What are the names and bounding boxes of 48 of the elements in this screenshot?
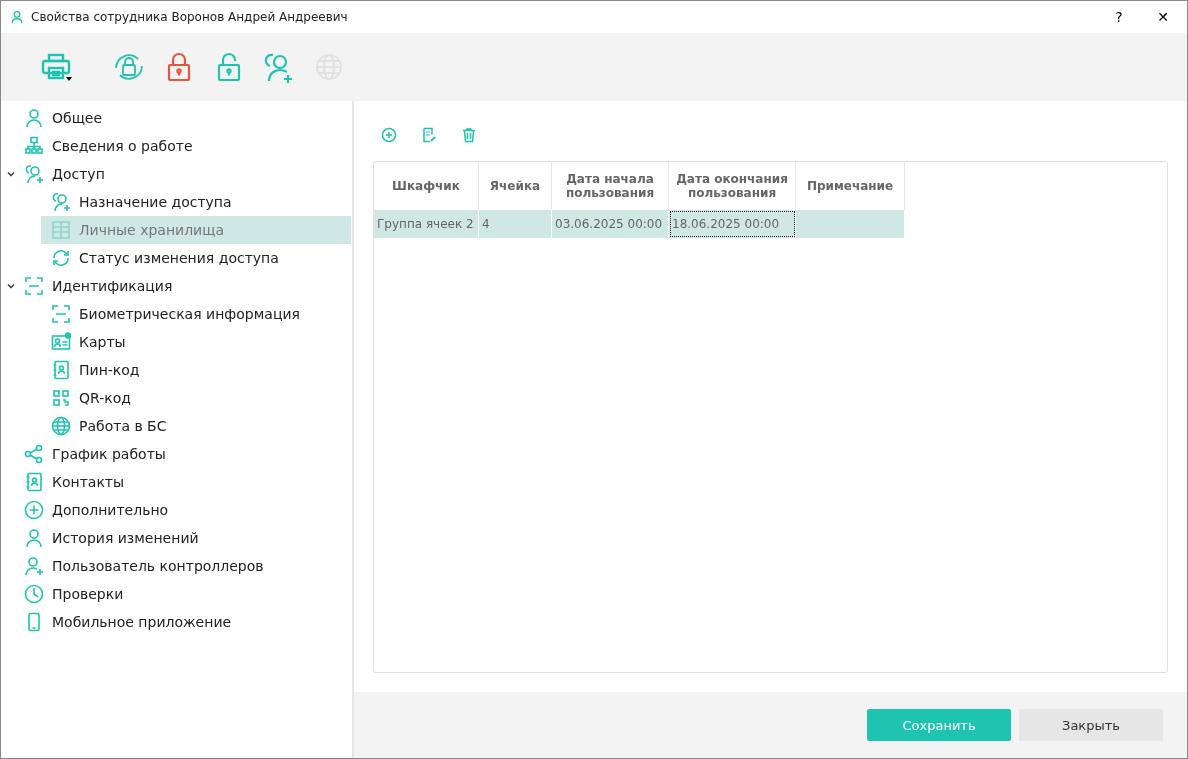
sidebar-item[interactable]: QR-код	[41, 384, 351, 412]
sidebar-item[interactable]: График работы	[1, 440, 351, 468]
sidebar-item[interactable]: Доступ	[1, 160, 351, 188]
users-icon	[24, 164, 44, 184]
table-cell: 03.06.2025 00:00	[551, 210, 669, 238]
sidebar-item[interactable]: Пин-код	[41, 356, 351, 384]
person-icon	[10, 10, 24, 24]
sidebar-item[interactable]: Проверки	[1, 580, 351, 608]
plus-icon	[24, 500, 44, 520]
chevron-icon[interactable]	[6, 281, 16, 291]
table-cell: 18.06.2025 00:00	[668, 210, 796, 238]
person-icon	[24, 108, 44, 128]
sidebar-item[interactable]: Личные хранилища	[41, 216, 351, 244]
sync-icon	[51, 248, 71, 268]
sidebar-item[interactable]: Статус изменения доступа	[41, 244, 351, 272]
users-icon	[51, 192, 71, 212]
personadd-icon	[24, 556, 44, 576]
close-button[interactable]: ✕	[1143, 2, 1183, 32]
scan-icon	[51, 304, 71, 324]
printer-icon[interactable]	[39, 51, 75, 83]
sidebar-item[interactable]: Назначение доступа	[41, 188, 351, 216]
table-cell: 4	[478, 210, 552, 238]
sidebar-item[interactable]: Идентификация	[1, 272, 351, 300]
sidebar-item[interactable]: Работа в БС	[41, 412, 351, 440]
clock-icon	[24, 584, 44, 604]
qr-icon	[51, 388, 71, 408]
sidebar-item[interactable]: История изменений	[1, 524, 351, 552]
sidebar-item[interactable]: Дополнительно	[1, 496, 351, 524]
sidebar-item[interactable]: Сведения о работе	[1, 132, 351, 160]
sidebar-item[interactable]: Пользователь контроллеров	[1, 552, 351, 580]
help-button[interactable]: ?	[1099, 2, 1139, 32]
sidebar-item[interactable]: Карты	[41, 328, 351, 356]
grid-icon	[51, 220, 71, 240]
scan-icon	[24, 276, 44, 296]
org-icon	[24, 136, 44, 156]
chevron-icon[interactable]	[6, 169, 16, 179]
sidebar-item[interactable]: Мобильное приложение	[1, 608, 351, 636]
sidebar-item[interactable]: Контакты	[1, 468, 351, 496]
add-icon[interactable]	[379, 125, 399, 145]
globe-icon	[51, 416, 71, 436]
table-cell: Группа ячеек 2	[374, 210, 479, 238]
window-title: Свойства сотрудника Воронов Андрей Андреевич	[31, 10, 349, 24]
card-icon	[51, 332, 71, 352]
share-icon	[24, 444, 44, 464]
close-dialog-button[interactable]: Закрыть	[1019, 709, 1163, 741]
person-icon	[24, 528, 44, 548]
sidebar-item[interactable]: Биометрическая информация	[41, 300, 351, 328]
sidebar-item[interactable]: Общее	[1, 104, 351, 132]
